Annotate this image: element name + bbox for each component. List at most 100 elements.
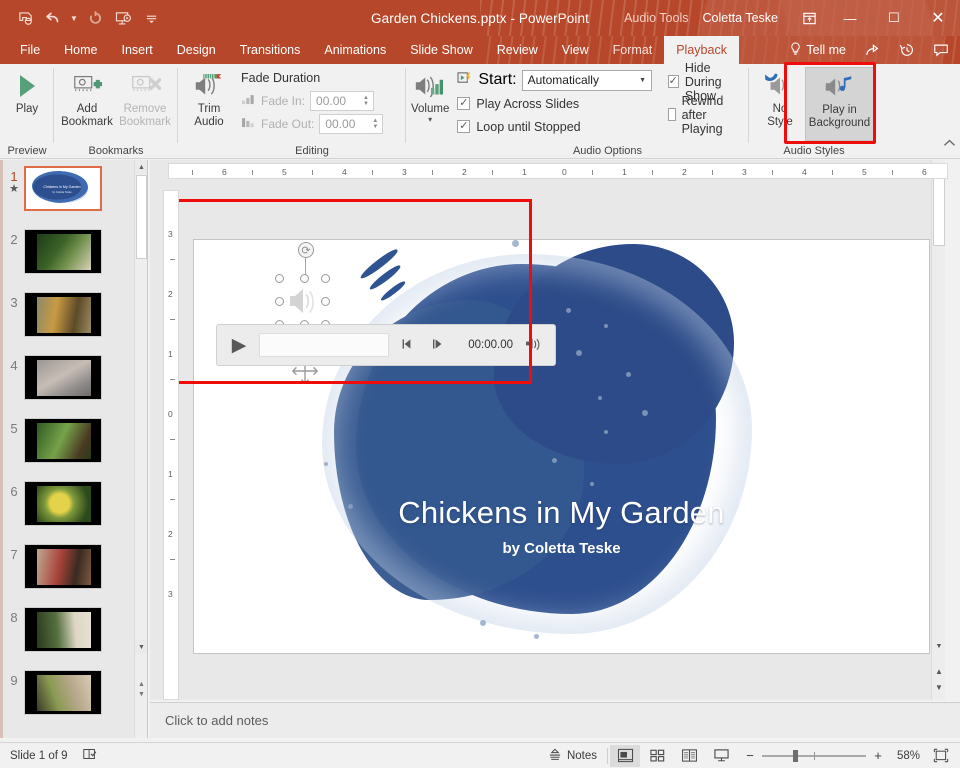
audio-play-button[interactable]: ▶ <box>227 333 251 357</box>
close-button[interactable]: ✕ <box>916 2 960 34</box>
view-slide-sorter[interactable] <box>642 745 672 767</box>
tab-insert[interactable]: Insert <box>110 36 165 64</box>
thumbnail-scrollbar[interactable]: ▲ ▼ ▲ ▼ <box>134 160 147 738</box>
comments-icon[interactable] <box>924 36 958 64</box>
zoom-out-button[interactable]: − <box>744 748 756 763</box>
customize-quick-access-toolbar-icon[interactable] <box>138 5 164 31</box>
maximize-button[interactable]: ☐ <box>872 2 916 34</box>
tab-review[interactable]: Review <box>485 36 550 64</box>
status-divider <box>607 747 608 764</box>
zoom-percent-label[interactable]: 58% <box>890 750 920 762</box>
resize-handle-nw[interactable] <box>275 274 284 283</box>
play-in-background-button[interactable]: Play in Background <box>804 67 874 141</box>
thumbnail-subtitle-text: by Coletta Teske <box>52 191 72 194</box>
volume-button[interactable]: Volume ▾ <box>411 67 449 123</box>
thumbnail-slide-3[interactable]: 3 <box>4 292 134 355</box>
slide-subtitle-text[interactable]: by Coletta Teske <box>194 540 929 557</box>
vertical-ruler[interactable]: 3 2 1 0 1 2 3 <box>163 190 179 700</box>
horizontal-ruler[interactable]: 6 5 4 3 2 1 0 1 2 3 4 5 6 <box>168 163 948 179</box>
minimize-button[interactable]: — <box>828 2 872 34</box>
notes-pane[interactable]: Click to add notes <box>150 702 960 738</box>
slide-vertical-scrollbar[interactable]: ▲ ▼ ▲ ▼ <box>931 160 945 700</box>
rewind-after-playing-checkbox[interactable]: Rewind after Playing <box>667 94 744 136</box>
thumbnail-slide-6[interactable]: 6 <box>4 481 134 544</box>
audio-back-frame-button[interactable] <box>397 338 419 353</box>
thumbnail-slide-2[interactable]: 2 <box>4 229 134 292</box>
scrollbar-thumb[interactable] <box>136 175 147 259</box>
tab-file[interactable]: File <box>8 36 52 64</box>
tab-animations[interactable]: Animations <box>312 36 398 64</box>
redo-icon[interactable] <box>82 5 108 31</box>
fade-in-input[interactable]: 00.00 ▲ ▼ <box>310 90 375 111</box>
start-from-beginning-icon[interactable] <box>110 5 136 31</box>
resize-handle-n[interactable] <box>300 274 309 283</box>
start-dropdown[interactable]: Automatically ▼ <box>521 69 652 91</box>
audio-object[interactable]: ⟳ <box>275 242 330 385</box>
save-icon[interactable] <box>12 5 38 31</box>
share-icon[interactable] <box>856 36 890 64</box>
resize-handle-ne[interactable] <box>321 274 330 283</box>
spellcheck-icon[interactable] <box>82 747 98 764</box>
play-across-slides-checkbox[interactable]: ✓ Play Across Slides <box>457 93 651 114</box>
rotate-handle-icon[interactable]: ⟳ <box>298 242 314 258</box>
thumbnail-slide-5[interactable]: 5 <box>4 418 134 481</box>
slide-indicator[interactable]: Slide 1 of 9 <box>10 750 68 762</box>
slide-title-text[interactable]: Chickens in My Garden <box>194 495 929 531</box>
undo-dropdown-icon[interactable]: ▼ <box>68 5 80 31</box>
account-name[interactable]: Coletta Teske <box>702 11 790 25</box>
audio-forward-frame-button[interactable] <box>427 338 449 353</box>
tell-me-box[interactable]: Tell me <box>784 42 856 59</box>
volume-dropdown-icon[interactable]: ▾ <box>428 115 432 123</box>
scroll-down-icon[interactable]: ▼ <box>932 639 946 654</box>
zoom-slider-handle[interactable] <box>793 749 798 762</box>
fade-out-input[interactable]: 00.00 ▲ ▼ <box>319 113 384 134</box>
collapse-ribbon-icon[interactable] <box>943 138 956 151</box>
no-style-button[interactable]: No Style <box>757 67 803 129</box>
trim-audio-button[interactable]: Trim Audio <box>183 67 235 129</box>
tab-design[interactable]: Design <box>165 36 228 64</box>
fit-slide-icon[interactable] <box>928 745 954 767</box>
scroll-up-icon[interactable]: ▲ <box>135 160 147 174</box>
thumbnail-slide-8[interactable]: 8 <box>4 607 134 670</box>
thumbnail-scroll-pager[interactable]: ▲ ▼ <box>135 681 147 698</box>
scroll-down-icon[interactable]: ▼ <box>135 640 147 654</box>
tab-transitions[interactable]: Transitions <box>228 36 313 64</box>
audio-playback-control[interactable]: ▶ 00:00.00 <box>216 324 556 366</box>
scrollbar-thumb[interactable] <box>933 176 945 246</box>
thumbnail-slide-4[interactable]: 4 <box>4 355 134 418</box>
tab-slide-show[interactable]: Slide Show <box>398 36 485 64</box>
thumbnail-slide-7[interactable]: 7 <box>4 544 134 607</box>
view-normal[interactable] <box>610 744 640 767</box>
hide-during-show-checkbox[interactable]: ✓ Hide During Show <box>667 61 744 103</box>
history-icon[interactable] <box>890 36 924 64</box>
zoom-in-button[interactable]: + <box>872 748 884 763</box>
slide-thumbnail-pane[interactable]: 1 ★ Chickens in My Garden by Coletta Tes… <box>0 160 148 738</box>
audio-volume-icon[interactable] <box>521 337 545 353</box>
audio-progress-track[interactable] <box>259 333 389 357</box>
play-button[interactable]: Play <box>5 67 49 116</box>
next-slide-button[interactable]: ▼ <box>932 683 946 692</box>
tab-view[interactable]: View <box>550 36 601 64</box>
add-bookmark-button[interactable]: Add Bookmark <box>59 67 115 129</box>
fade-out-stepper[interactable]: ▲ ▼ <box>369 115 381 133</box>
previous-slide-button[interactable]: ▲ <box>932 667 946 676</box>
loop-until-stopped-checkbox[interactable]: ✓ Loop until Stopped <box>457 116 651 137</box>
resize-handle-w[interactable] <box>275 297 284 306</box>
tab-home[interactable]: Home <box>52 36 109 64</box>
slide-editing-surface[interactable]: Chickens in My Garden by Coletta Teske ⟳ <box>194 240 929 653</box>
view-reading[interactable] <box>674 745 704 767</box>
notes-toggle-button[interactable]: Notes <box>540 748 605 764</box>
slide-canvas-area[interactable]: Chickens in My Garden by Coletta Teske ⟳ <box>150 160 945 700</box>
zoom-slider[interactable] <box>762 749 866 763</box>
resize-handle-e[interactable] <box>321 297 330 306</box>
thumbnail-slide-9[interactable]: 9 <box>4 670 134 733</box>
thumbnail-slide-1[interactable]: 1 ★ Chickens in My Garden by Coletta Tes… <box>4 166 134 229</box>
chevron-down-icon[interactable]: ▼ <box>635 77 651 84</box>
ruler-tick <box>432 170 433 175</box>
fade-in-stepper[interactable]: ▲ ▼ <box>360 92 372 110</box>
ribbon-display-options-icon[interactable] <box>790 2 828 34</box>
undo-icon[interactable] <box>40 5 66 31</box>
view-slide-show[interactable] <box>706 745 736 767</box>
tab-format[interactable]: Format <box>601 36 665 64</box>
thumbnail-title-text: Chickens in My Garden <box>43 185 81 189</box>
